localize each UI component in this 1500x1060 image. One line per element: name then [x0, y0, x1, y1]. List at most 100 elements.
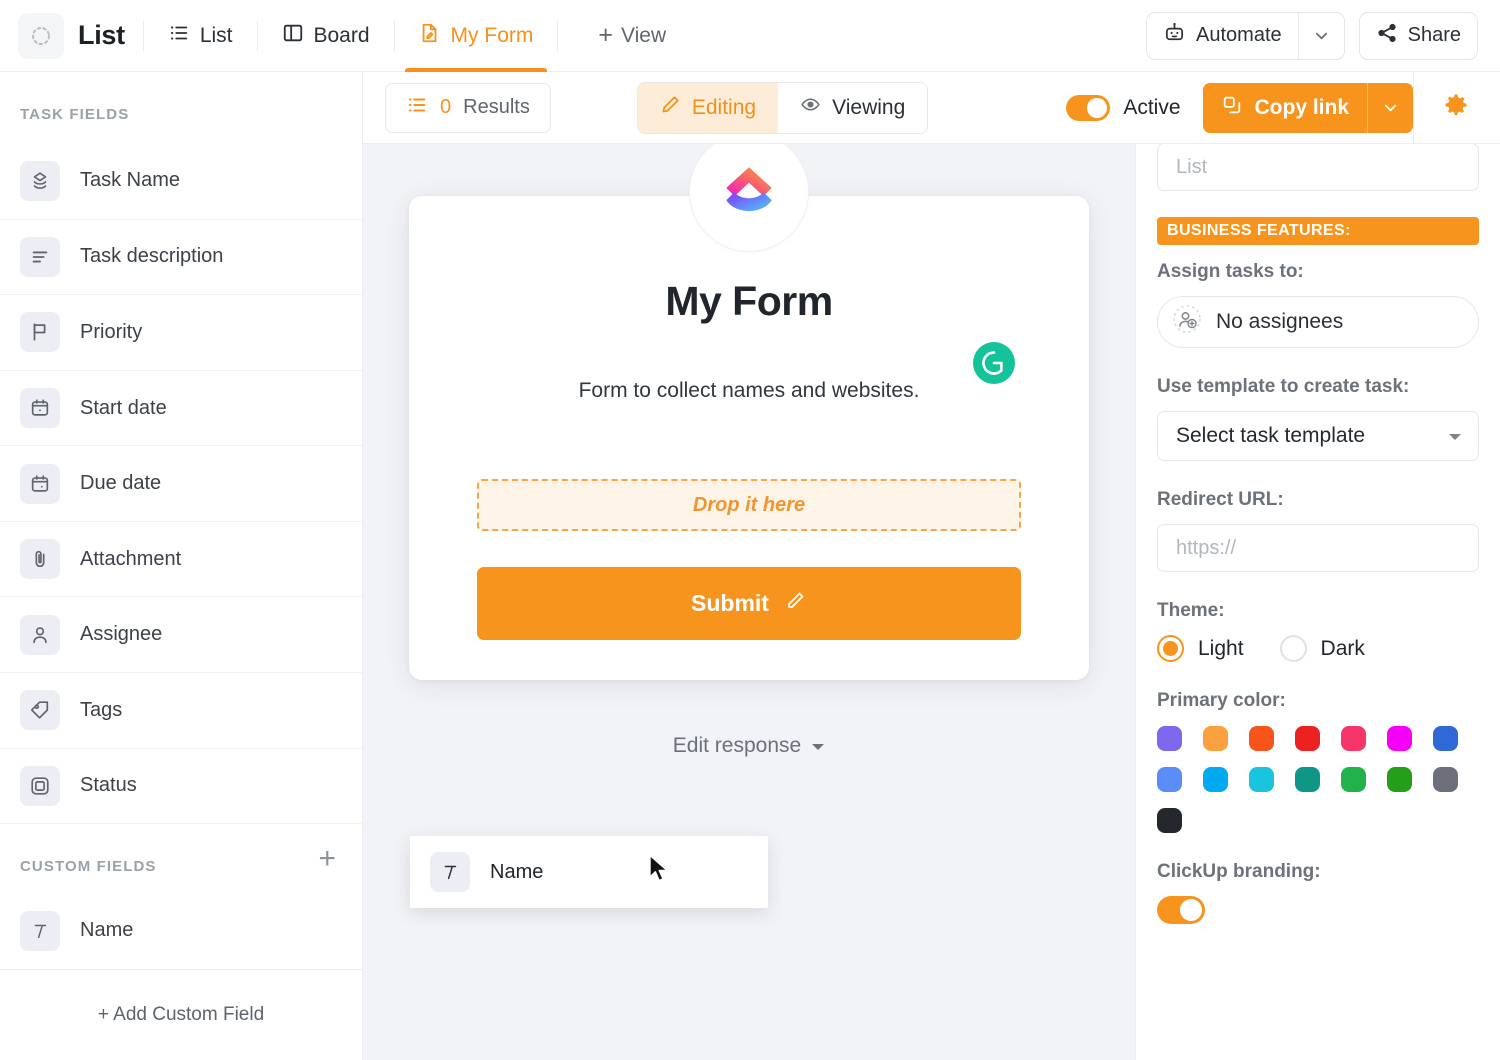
- sidebar-field-status[interactable]: Status: [0, 747, 362, 824]
- dragging-field-label: Name: [490, 860, 544, 883]
- sidebar-field-due-date[interactable]: Due date: [0, 445, 362, 521]
- automate-button[interactable]: Automate: [1146, 11, 1345, 60]
- color-swatch[interactable]: [1387, 726, 1412, 751]
- add-custom-field-icon[interactable]: +: [318, 843, 336, 874]
- list-to-save-input[interactable]: List: [1157, 143, 1479, 191]
- color-swatch[interactable]: [1387, 767, 1412, 792]
- plus-icon: +: [598, 21, 613, 49]
- form-title[interactable]: My Form: [477, 278, 1021, 325]
- status-icon: [20, 765, 60, 806]
- color-swatch[interactable]: [1157, 808, 1182, 833]
- divider: [557, 20, 559, 51]
- edit-response-label: Edit response: [672, 734, 802, 757]
- share-icon: [1376, 22, 1398, 50]
- edit-response-dropdown[interactable]: Edit response: [673, 734, 825, 758]
- sidebar-field-label: Name: [80, 919, 134, 942]
- custom-fields-header: CUSTOM FIELDS: [20, 858, 157, 876]
- color-swatch[interactable]: [1433, 767, 1458, 792]
- task-name-icon: [20, 160, 60, 201]
- theme-radio-dark[interactable]: [1279, 635, 1307, 662]
- color-swatch[interactable]: [1157, 726, 1182, 751]
- results-label: Results: [463, 96, 530, 118]
- grammarly-icon[interactable]: [973, 342, 1015, 384]
- color-swatch[interactable]: [1295, 767, 1320, 792]
- form-description[interactable]: Form to collect names and websites.: [477, 379, 1021, 403]
- task-template-select[interactable]: Select task template: [1157, 411, 1479, 461]
- active-toggle-group: Active: [1066, 94, 1181, 121]
- redirect-url-input[interactable]: https://: [1157, 524, 1479, 572]
- copy-icon: [1221, 94, 1243, 122]
- add-custom-field-button[interactable]: + Add Custom Field: [0, 968, 362, 1060]
- theme-radio-light[interactable]: [1157, 635, 1184, 662]
- sidebar-field-task-name[interactable]: Task Name: [0, 143, 362, 219]
- results-count: 0: [440, 96, 452, 118]
- automate-dropdown-button[interactable]: [1297, 12, 1344, 59]
- tag-icon: [20, 690, 60, 731]
- color-swatch[interactable]: [1203, 726, 1228, 751]
- sidebar-field-label: Status: [80, 774, 137, 797]
- active-toggle[interactable]: [1066, 94, 1111, 121]
- copy-link-label: Copy link: [1254, 95, 1350, 119]
- color-swatch[interactable]: [1203, 767, 1228, 792]
- tab-list[interactable]: List: [162, 0, 239, 72]
- task-fields-header: TASK FIELDS: [20, 106, 130, 123]
- submit-button[interactable]: Submit: [477, 567, 1021, 640]
- results-button[interactable]: 0 Results: [385, 82, 551, 133]
- sidebar-field-tags[interactable]: Tags: [0, 672, 362, 748]
- caret-down-icon: [811, 734, 825, 758]
- assignees-value: No assignees: [1216, 310, 1344, 333]
- sidebar-field-start-date[interactable]: Start date: [0, 369, 362, 446]
- clickup-form-builder: List List Board My Form + View Automate …: [0, 0, 1500, 1060]
- color-swatch[interactable]: [1249, 726, 1274, 751]
- sidebar-custom-field-name[interactable]: Name: [0, 893, 362, 969]
- mode-switch: Editing Viewing: [636, 81, 929, 134]
- sidebar-field-label: Due date: [80, 472, 162, 495]
- dragging-field-card[interactable]: Name: [410, 836, 768, 908]
- theme-radio-group: Light Dark: [1157, 635, 1479, 662]
- sidebar-field-assignee[interactable]: Assignee: [0, 596, 362, 672]
- copy-link-button[interactable]: Copy link: [1202, 82, 1414, 133]
- sidebar-field-label: Task description: [80, 245, 224, 268]
- sidebar-field-label: Start date: [80, 396, 167, 419]
- copy-link-dropdown[interactable]: [1367, 82, 1413, 133]
- gear-icon[interactable]: [1442, 91, 1470, 124]
- color-swatch[interactable]: [1157, 767, 1182, 792]
- view-avatar-icon[interactable]: [18, 12, 64, 59]
- form-settings-panel: List to save tasks: List BUSINESS FEATUR…: [1135, 72, 1500, 1060]
- business-features-banner: BUSINESS FEATURES:: [1157, 217, 1479, 245]
- tab-my-form[interactable]: My Form: [404, 0, 548, 72]
- form-canvas: My Form Form to collect names and websit…: [363, 72, 1135, 1060]
- add-view-label: View: [620, 23, 667, 47]
- theme-light-label: Light: [1198, 636, 1244, 660]
- mode-editing[interactable]: Editing: [637, 82, 779, 133]
- drop-zone[interactable]: Drop it here: [477, 479, 1021, 531]
- paperclip-icon: [20, 539, 60, 580]
- clickup-logo: [689, 132, 809, 252]
- color-swatch[interactable]: [1433, 726, 1458, 751]
- mode-viewing[interactable]: Viewing: [778, 82, 928, 133]
- pencil-icon: [783, 589, 807, 619]
- sidebar-field-priority[interactable]: Priority: [0, 294, 362, 370]
- color-swatch[interactable]: [1341, 767, 1366, 792]
- primary-color-swatches: [1157, 726, 1479, 833]
- sidebar-field-attachment[interactable]: Attachment: [0, 520, 362, 597]
- add-view-button[interactable]: + View: [598, 23, 666, 48]
- assign-tasks-label: Assign tasks to:: [1157, 261, 1304, 282]
- person-icon: [20, 614, 60, 655]
- board-icon: [282, 22, 304, 50]
- color-swatch[interactable]: [1249, 767, 1274, 792]
- custom-fields-header-row: CUSTOM FIELDS +: [0, 823, 362, 893]
- add-person-icon: [1172, 304, 1202, 340]
- tab-board[interactable]: Board: [276, 0, 376, 72]
- assignees-selector[interactable]: No assignees: [1157, 296, 1479, 348]
- main-body: TASK FIELDS Task Name Task description P…: [0, 72, 1500, 1060]
- color-swatch[interactable]: [1295, 726, 1320, 751]
- calendar-icon: [20, 388, 60, 428]
- color-swatch[interactable]: [1341, 726, 1366, 751]
- share-button[interactable]: Share: [1358, 11, 1478, 60]
- sidebar-field-task-description[interactable]: Task description: [0, 218, 362, 295]
- clickup-branding-toggle[interactable]: [1157, 896, 1205, 924]
- list-icon: [168, 22, 190, 50]
- description-icon: [20, 236, 60, 277]
- divider: [256, 20, 258, 51]
